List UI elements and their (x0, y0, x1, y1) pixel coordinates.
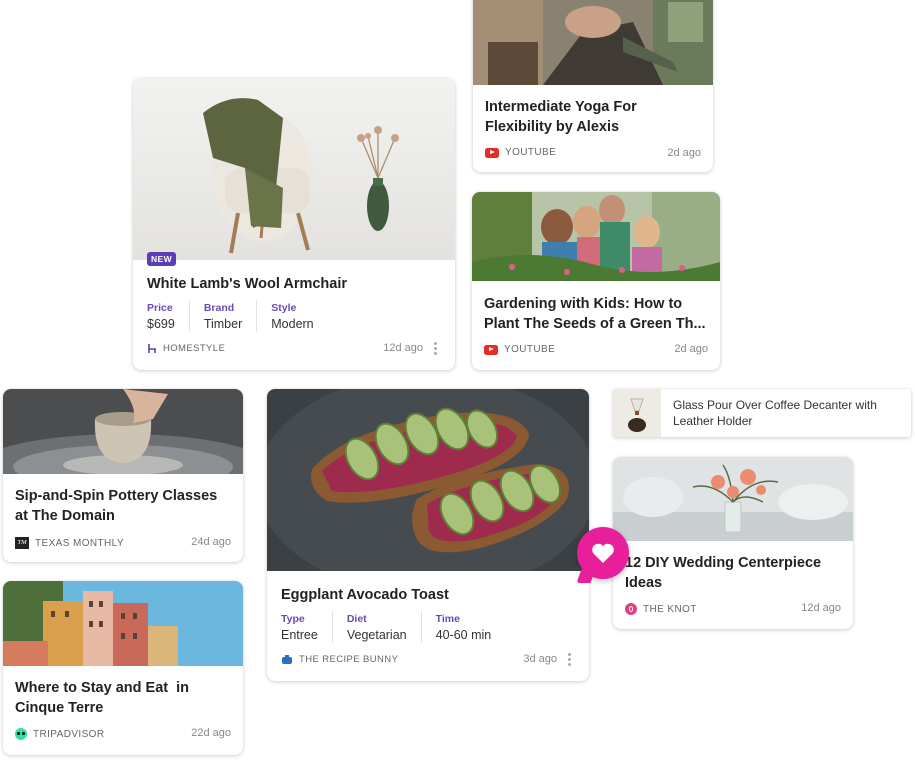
card-armchair[interactable]: NEW White Lamb's Wool Armchair Price $69… (133, 78, 455, 370)
gardening-image (472, 192, 720, 281)
heart-icon (592, 543, 614, 563)
yoga-source[interactable]: YOUTUBE (485, 147, 556, 158)
avocado-toast-image (267, 389, 589, 571)
armchair-source[interactable]: HOMESTYLE (147, 343, 225, 354)
attr-style-value: Modern (271, 317, 314, 331)
attr-type-value: Entree (281, 628, 318, 642)
card-pottery[interactable]: Sip-and-Spin Pottery Classes at The Doma… (3, 389, 243, 562)
pottery-source-label: TEXAS MONTHLY (35, 537, 124, 549)
attr-diet: Diet Vegetarian (347, 611, 422, 643)
armchair-timestamp: 12d ago (383, 342, 423, 354)
armchair-source-label: HOMESTYLE (163, 343, 226, 354)
avocado-toast-attributes: Type Entree Diet Vegetarian Time 40-60 m… (281, 611, 519, 643)
youtube-icon (484, 344, 498, 355)
attr-brand-label: Brand (203, 302, 235, 314)
knot-icon (625, 603, 637, 615)
wedding-image (613, 457, 853, 541)
pot-icon (282, 655, 292, 664)
avocado-toast-source[interactable]: THE RECIPE BUNNY (281, 654, 398, 665)
avocado-toast-timestamp: 3d ago (523, 653, 557, 665)
wedding-source-label: THE KNOT (643, 603, 697, 615)
attr-type: Type Entree (281, 611, 333, 643)
texas-monthly-logo: TM (15, 537, 29, 549)
coffee-title[interactable]: Glass Pour Over Coffee Decanter with Lea… (673, 397, 901, 429)
chair-icon (148, 344, 156, 353)
armchair-image (133, 78, 455, 260)
attr-time-label: Time (435, 613, 460, 625)
card-wedding[interactable]: 12 DIY Wedding Centerpiece Ideas THE KNO… (613, 457, 853, 629)
attr-time: Time 40-60 min (436, 611, 506, 643)
new-badge: NEW (147, 252, 177, 266)
card-cinque-terre[interactable]: Where to Stay and Eat in Cinque Terre TR… (3, 581, 243, 755)
attr-diet-label: Diet (346, 613, 367, 625)
yoga-title[interactable]: Intermediate Yoga For Flexibility by Ale… (485, 97, 703, 137)
attr-brand: Brand Timber (203, 300, 258, 332)
gardening-timestamp: 2d ago (674, 343, 708, 355)
wedding-title[interactable]: 12 DIY Wedding Centerpiece Ideas (625, 553, 843, 593)
pottery-title[interactable]: Sip-and-Spin Pottery Classes at The Doma… (15, 486, 233, 526)
cinque-terre-source-label: TRIPADVISOR (33, 728, 105, 740)
gardening-source-label: YOUTUBE (504, 344, 556, 355)
attr-style: Style Modern (271, 300, 327, 332)
cinque-terre-source[interactable]: TRIPADVISOR (15, 728, 104, 740)
armchair-more-menu[interactable] (434, 342, 437, 357)
armchair-attributes: Price $699 Brand Timber Style Modern (147, 300, 342, 332)
attr-time-value: 40-60 min (435, 628, 492, 642)
coffee-image (613, 389, 661, 437)
card-coffee[interactable]: Glass Pour Over Coffee Decanter with Lea… (613, 389, 911, 437)
attr-diet-value: Vegetarian (346, 628, 407, 642)
wedding-timestamp: 12d ago (801, 602, 841, 614)
card-avocado-toast[interactable]: Eggplant Avocado Toast Type Entree Diet … (267, 389, 589, 681)
attr-price-label: Price (147, 302, 173, 314)
gardening-title[interactable]: Gardening with Kids: How to Plant The Se… (484, 294, 710, 334)
pottery-image (3, 389, 243, 474)
pottery-source[interactable]: TM TEXAS MONTHLY (15, 537, 124, 549)
attr-type-label: Type (281, 613, 305, 625)
attr-price-value: $699 (147, 317, 175, 331)
owl-icon (15, 728, 27, 740)
gardening-source[interactable]: YOUTUBE (484, 344, 555, 355)
avocado-toast-more-menu[interactable] (568, 653, 571, 668)
attr-brand-value: Timber (203, 317, 243, 331)
save-heart-button[interactable] (577, 527, 629, 579)
card-yoga[interactable]: Intermediate Yoga For Flexibility by Ale… (473, 0, 713, 172)
pottery-timestamp: 24d ago (191, 536, 231, 548)
wedding-source[interactable]: THE KNOT (625, 603, 697, 615)
yoga-source-label: YOUTUBE (505, 147, 557, 158)
cinque-terre-image (3, 581, 243, 666)
attr-price: Price $699 (147, 300, 190, 332)
cinque-terre-title[interactable]: Where to Stay and Eat in Cinque Terre (15, 678, 233, 718)
avocado-toast-title[interactable]: Eggplant Avocado Toast (281, 585, 579, 605)
avocado-toast-source-label: THE RECIPE BUNNY (299, 654, 399, 665)
armchair-title[interactable]: White Lamb's Wool Armchair (147, 274, 445, 294)
card-gardening[interactable]: Gardening with Kids: How to Plant The Se… (472, 192, 720, 370)
attr-style-label: Style (271, 302, 297, 314)
cinque-terre-timestamp: 22d ago (191, 727, 231, 739)
yoga-timestamp: 2d ago (667, 147, 701, 159)
yoga-image (473, 0, 713, 85)
youtube-icon (485, 147, 499, 158)
